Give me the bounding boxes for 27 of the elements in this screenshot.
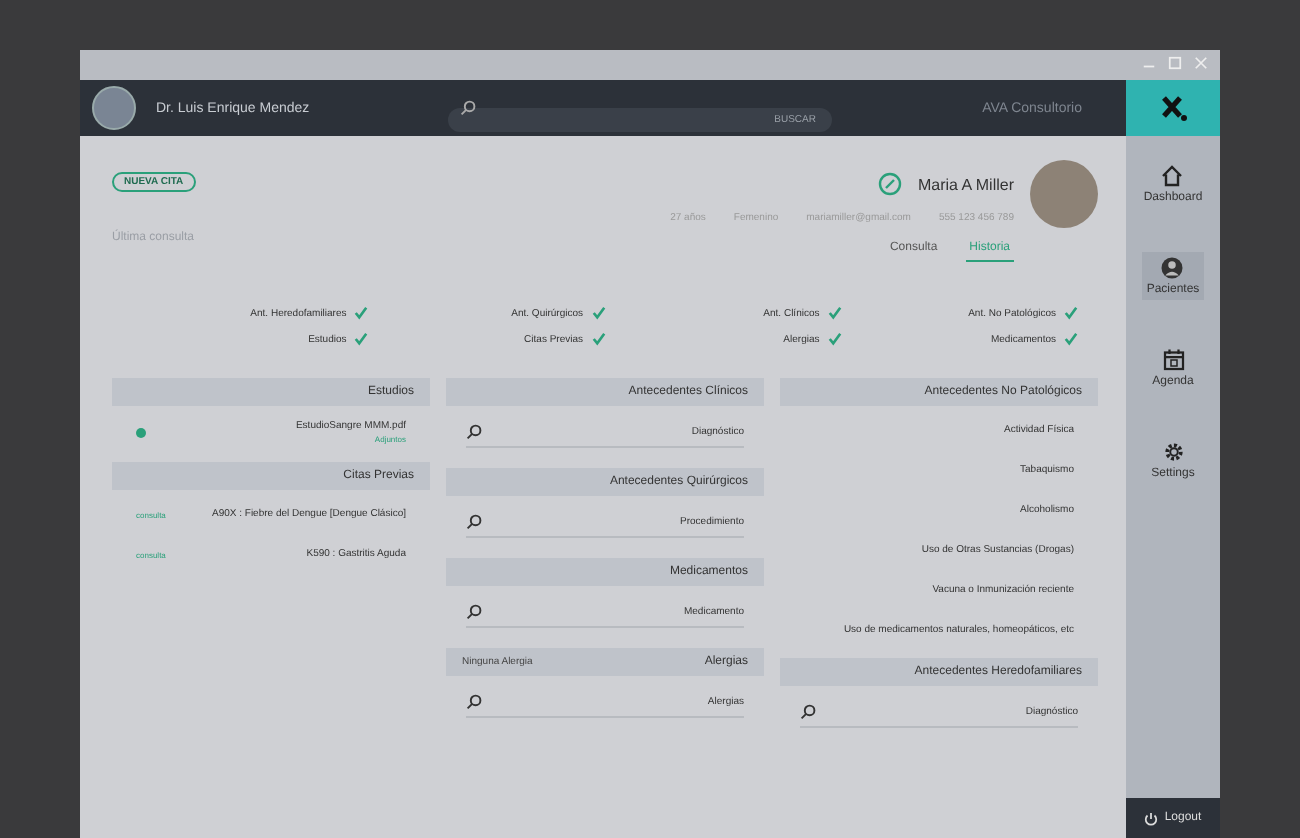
search-icon[interactable] (466, 424, 482, 440)
checkbox[interactable] (1064, 306, 1078, 320)
checkbox[interactable] (827, 306, 842, 320)
checkbox[interactable] (1064, 332, 1078, 346)
logo-icon (1159, 94, 1187, 122)
doctor-avatar (92, 86, 136, 130)
patient-name: Maria A Miller (917, 175, 1014, 193)
search-icon[interactable] (466, 604, 482, 620)
search-icon[interactable] (466, 694, 482, 710)
maximize-icon[interactable] (1168, 56, 1182, 70)
phone-icon[interactable] (877, 172, 902, 196)
search-icon (460, 100, 476, 116)
photo-placeholder (1030, 160, 1098, 228)
close-icon[interactable] (1194, 56, 1208, 70)
search-icon[interactable] (800, 704, 816, 720)
calendar-icon (1161, 348, 1185, 372)
attachment-icon (136, 427, 146, 437)
checkbox[interactable] (354, 306, 369, 320)
gear-icon (1161, 440, 1185, 464)
checkbox[interactable] (591, 306, 605, 320)
checkbox[interactable] (354, 332, 369, 346)
checkbox[interactable] (591, 332, 605, 346)
power-icon (1144, 811, 1159, 825)
home-icon (1160, 164, 1185, 188)
user-icon (1160, 256, 1185, 280)
search-icon[interactable] (466, 514, 482, 530)
checkbox[interactable] (827, 332, 842, 346)
